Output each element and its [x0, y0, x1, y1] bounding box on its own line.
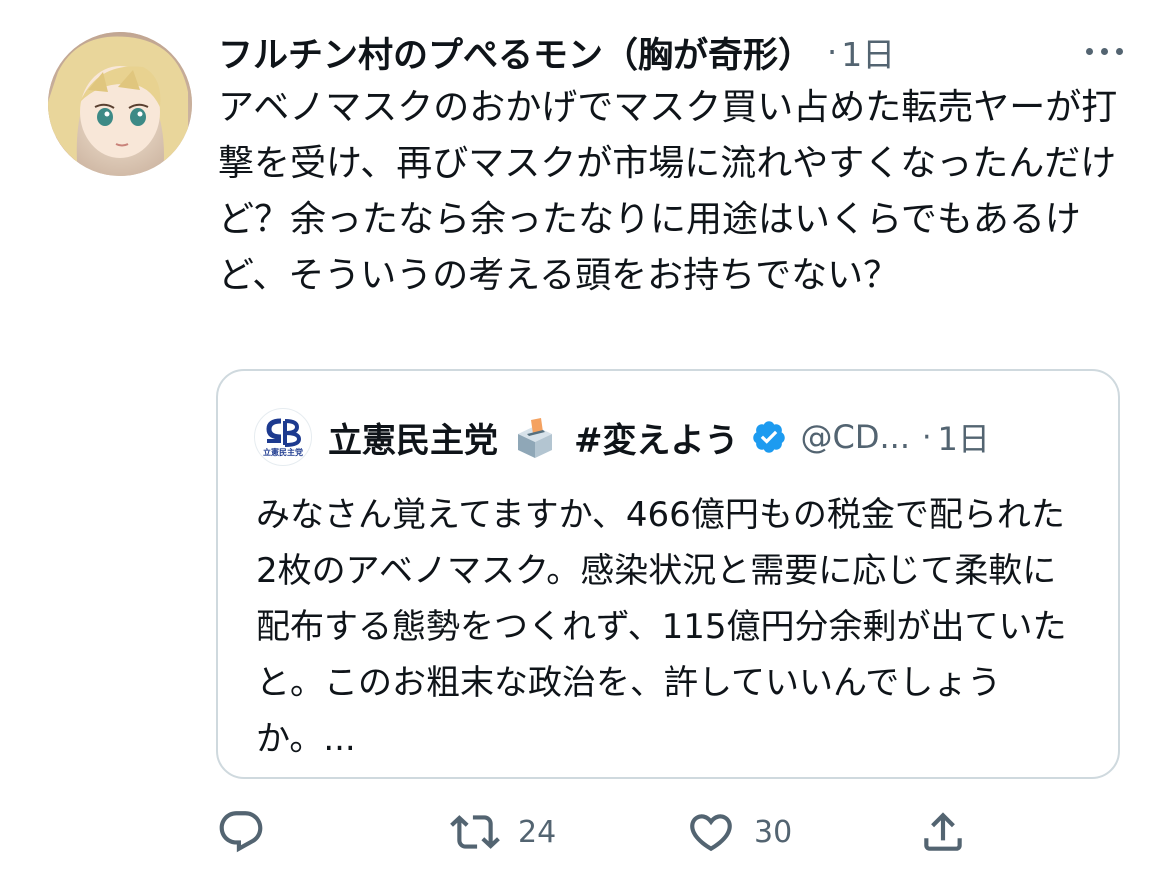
tweet: フルチン村のプぺるモン（胸が奇形） · 1日 アベノマスクのおかげでマスク買い占…: [0, 0, 1170, 893]
verified-badge-icon: [752, 421, 785, 453]
avatar-image: [48, 32, 192, 176]
cdp-logo-icon: [266, 418, 301, 447]
quote-handle[interactable]: @CD...: [801, 418, 911, 456]
ballot-box-icon: [518, 418, 552, 458]
retweet-button[interactable]: 24: [450, 800, 556, 864]
quote-avatar[interactable]: 立憲民主党: [254, 408, 312, 466]
retweet-count: 24: [518, 814, 557, 850]
user-avatar[interactable]: [48, 32, 192, 176]
dot-2: [1100, 47, 1108, 55]
share-button[interactable]: [918, 800, 968, 864]
tweet-text: アベノマスクのおかげでマスク買い占めた転売ヤーが打撃を受け、再びマスクが市場に流…: [218, 87, 1118, 296]
separator: ·: [827, 33, 838, 71]
dot-3: [1115, 47, 1123, 55]
quote-header: 立憲民主党 立憲民主党 #変えよう @CD... · 1日: [254, 407, 1094, 467]
retweet-icon: [450, 815, 500, 849]
quote-separator: ·: [922, 419, 932, 455]
like-count: 30: [754, 814, 793, 850]
quote-text: みなさん覚えてますか、466億円もの税金で配られた2枚のアベノマスク。感染状況と…: [256, 495, 1067, 759]
more-dots-icon[interactable]: [1076, 36, 1132, 66]
display-name[interactable]: フルチン村のプぺるモン（胸が奇形）: [218, 27, 813, 78]
like-button[interactable]: 30: [686, 800, 792, 864]
quote-avatar-caption: 立憲民主党: [263, 447, 303, 457]
quote-hashtag: #変えよう: [574, 420, 739, 461]
quote-timestamp[interactable]: 1日: [938, 414, 990, 460]
quote-tweet-card[interactable]: 立憲民主党 立憲民主党 #変えよう @CD... · 1日 みなさん覚えてますか…: [216, 369, 1120, 779]
reply-icon: [219, 811, 263, 853]
reply-button[interactable]: [216, 800, 266, 864]
share-icon: [924, 812, 962, 851]
timestamp[interactable]: 1日: [841, 28, 895, 76]
heart-icon: [690, 814, 732, 852]
dot-1: [1085, 47, 1093, 55]
quote-display-name[interactable]: 立憲民主党: [328, 413, 498, 462]
tweet-header: フルチン村のプぺるモン（胸が奇形） · 1日: [218, 22, 1148, 82]
action-bar: 24 30: [216, 800, 996, 864]
